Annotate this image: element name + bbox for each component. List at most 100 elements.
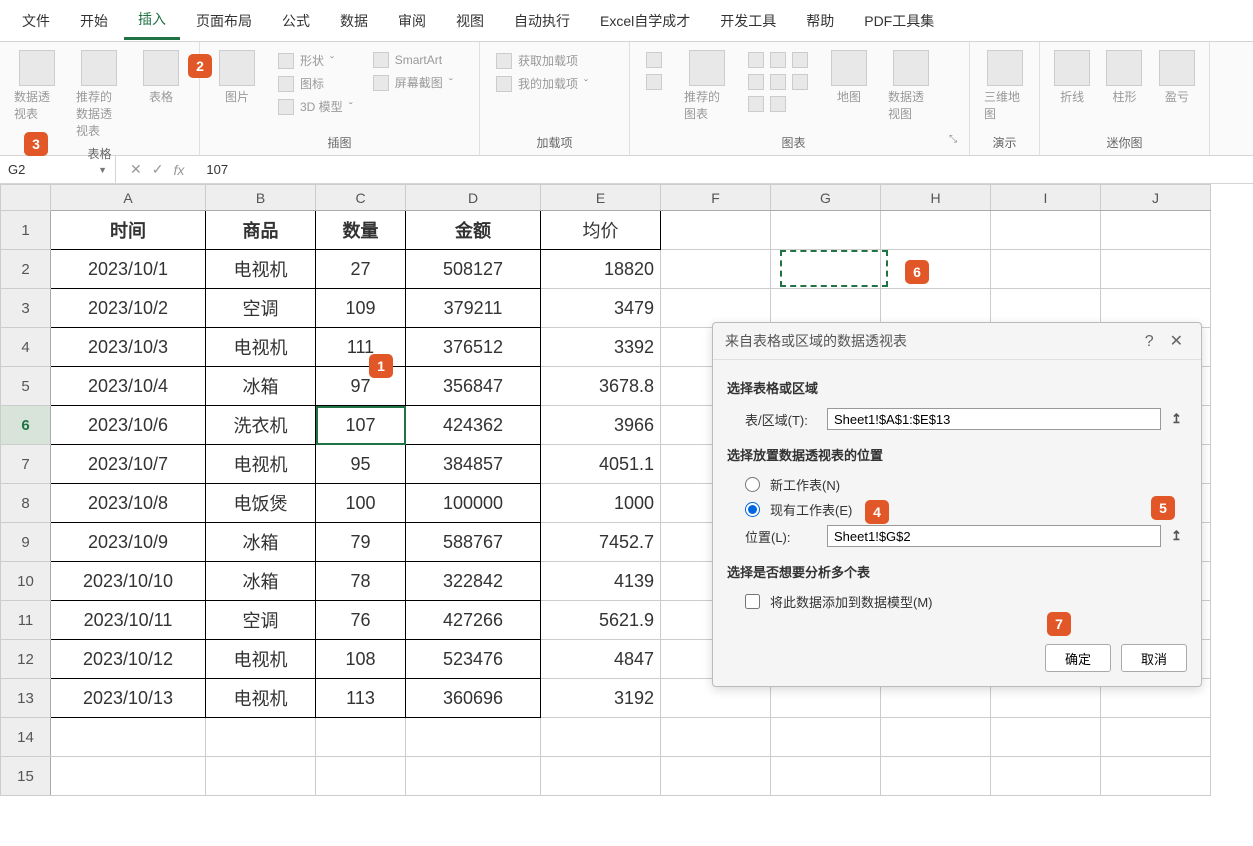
btn-recommended-charts[interactable]: 推荐的图表 <box>678 46 736 126</box>
cell-E3[interactable]: 3479 <box>541 289 661 328</box>
close-icon[interactable]: ✕ <box>1164 333 1189 350</box>
cell-I15[interactable] <box>991 757 1101 796</box>
btn-3d-model[interactable]: 3D 模型 ˇ <box>274 96 357 117</box>
btn-recommended-pivot[interactable]: 推荐的数据透视表 <box>70 46 128 143</box>
btn-screenshot[interactable]: 屏幕截图 ˇ <box>369 72 457 93</box>
cell-D3[interactable]: 379211 <box>406 289 541 328</box>
cell-C1[interactable]: 数量 <box>316 211 406 250</box>
cell-C2[interactable]: 27 <box>316 250 406 289</box>
cell-I1[interactable] <box>991 211 1101 250</box>
ribbon-tab-10[interactable]: 开发工具 <box>706 3 790 39</box>
row-header-7[interactable]: 7 <box>1 445 51 484</box>
cell-A13[interactable]: 2023/10/13 <box>51 679 206 718</box>
cell-C14[interactable] <box>316 718 406 757</box>
btn-get-addins[interactable]: 获取加载项 <box>492 50 617 71</box>
radio-new-sheet[interactable] <box>745 477 760 492</box>
cell-I14[interactable] <box>991 718 1101 757</box>
cell-C9[interactable]: 79 <box>316 523 406 562</box>
cell-H1[interactable] <box>881 211 991 250</box>
cell-J1[interactable] <box>1101 211 1211 250</box>
input-location[interactable] <box>827 525 1161 547</box>
row-header-5[interactable]: 5 <box>1 367 51 406</box>
btn-shapes[interactable]: 形状 ˇ <box>274 50 357 71</box>
btn-table[interactable]: 表格 <box>132 46 190 109</box>
cell-D13[interactable]: 360696 <box>406 679 541 718</box>
cell-C13[interactable]: 113 <box>316 679 406 718</box>
chart-ico-icon[interactable] <box>646 74 662 90</box>
cell-A4[interactable]: 2023/10/3 <box>51 328 206 367</box>
cell-I2[interactable] <box>991 250 1101 289</box>
btn-pivot-table[interactable]: 数据透视表 <box>8 46 66 126</box>
chart-pie-icon[interactable] <box>792 52 808 68</box>
cell-D4[interactable]: 376512 <box>406 328 541 367</box>
row-header-6[interactable]: 6 <box>1 406 51 445</box>
row-header-8[interactable]: 8 <box>1 484 51 523</box>
cell-C12[interactable]: 108 <box>316 640 406 679</box>
cell-D15[interactable] <box>406 757 541 796</box>
cell-E14[interactable] <box>541 718 661 757</box>
cell-F1[interactable] <box>661 211 771 250</box>
col-header-B[interactable]: B <box>206 185 316 211</box>
collapse-dialog-icon[interactable]: ↥ <box>1171 411 1187 427</box>
ribbon-tab-7[interactable]: 视图 <box>442 3 498 39</box>
chevron-down-icon[interactable]: ▼ <box>98 165 107 175</box>
btn-sparkline-line[interactable]: 折线 <box>1048 46 1096 109</box>
input-range[interactable] <box>827 408 1161 430</box>
cell-E6[interactable]: 3966 <box>541 406 661 445</box>
cell-A11[interactable]: 2023/10/11 <box>51 601 206 640</box>
chart-dialog-launcher[interactable]: ⤡ <box>949 134 961 145</box>
cell-E9[interactable]: 7452.7 <box>541 523 661 562</box>
row-header-12[interactable]: 12 <box>1 640 51 679</box>
col-header-H[interactable]: H <box>881 185 991 211</box>
cell-A14[interactable] <box>51 718 206 757</box>
row-header-10[interactable]: 10 <box>1 562 51 601</box>
cell-A2[interactable]: 2023/10/1 <box>51 250 206 289</box>
cell-B15[interactable] <box>206 757 316 796</box>
row-header-4[interactable]: 4 <box>1 328 51 367</box>
cell-C6[interactable]: 107 <box>316 406 406 445</box>
cell-J2[interactable] <box>1101 250 1211 289</box>
cell-C3[interactable]: 109 <box>316 289 406 328</box>
cell-A12[interactable]: 2023/10/12 <box>51 640 206 679</box>
row-header-13[interactable]: 13 <box>1 679 51 718</box>
ribbon-tab-4[interactable]: 公式 <box>268 3 324 39</box>
cell-D12[interactable]: 523476 <box>406 640 541 679</box>
cell-E1[interactable]: 均价 <box>541 211 661 250</box>
chart-surface-icon[interactable] <box>770 96 786 112</box>
cell-E10[interactable]: 4139 <box>541 562 661 601</box>
col-header-G[interactable]: G <box>771 185 881 211</box>
radio-existing-sheet[interactable] <box>745 502 760 517</box>
ribbon-tab-3[interactable]: 页面布局 <box>182 3 266 39</box>
select-all-corner[interactable] <box>1 185 51 211</box>
cell-E8[interactable]: 1000 <box>541 484 661 523</box>
cell-B2[interactable]: 电视机 <box>206 250 316 289</box>
cell-D7[interactable]: 384857 <box>406 445 541 484</box>
cell-A5[interactable]: 2023/10/4 <box>51 367 206 406</box>
col-header-E[interactable]: E <box>541 185 661 211</box>
cell-A1[interactable]: 时间 <box>51 211 206 250</box>
cell-E12[interactable]: 4847 <box>541 640 661 679</box>
btn-icons[interactable]: 图标 <box>274 73 357 94</box>
cell-H2[interactable] <box>881 250 991 289</box>
cell-C15[interactable] <box>316 757 406 796</box>
cell-E11[interactable]: 5621.9 <box>541 601 661 640</box>
btn-smartart[interactable]: SmartArt <box>369 50 457 70</box>
ribbon-tab-2[interactable]: 插入 <box>124 1 180 40</box>
cell-C11[interactable]: 76 <box>316 601 406 640</box>
cell-J15[interactable] <box>1101 757 1211 796</box>
cell-B10[interactable]: 冰箱 <box>206 562 316 601</box>
col-header-C[interactable]: C <box>316 185 406 211</box>
cell-C8[interactable]: 100 <box>316 484 406 523</box>
checkbox-data-model[interactable] <box>745 594 760 609</box>
cell-A3[interactable]: 2023/10/2 <box>51 289 206 328</box>
cell-G15[interactable] <box>771 757 881 796</box>
ribbon-tab-6[interactable]: 审阅 <box>384 3 440 39</box>
cell-F14[interactable] <box>661 718 771 757</box>
row-header-15[interactable]: 15 <box>1 757 51 796</box>
col-header-J[interactable]: J <box>1101 185 1211 211</box>
cell-B1[interactable]: 商品 <box>206 211 316 250</box>
row-header-14[interactable]: 14 <box>1 718 51 757</box>
btn-picture[interactable]: 图片 <box>208 46 266 109</box>
cell-E5[interactable]: 3678.8 <box>541 367 661 406</box>
ribbon-tab-9[interactable]: Excel自学成才 <box>586 3 704 39</box>
